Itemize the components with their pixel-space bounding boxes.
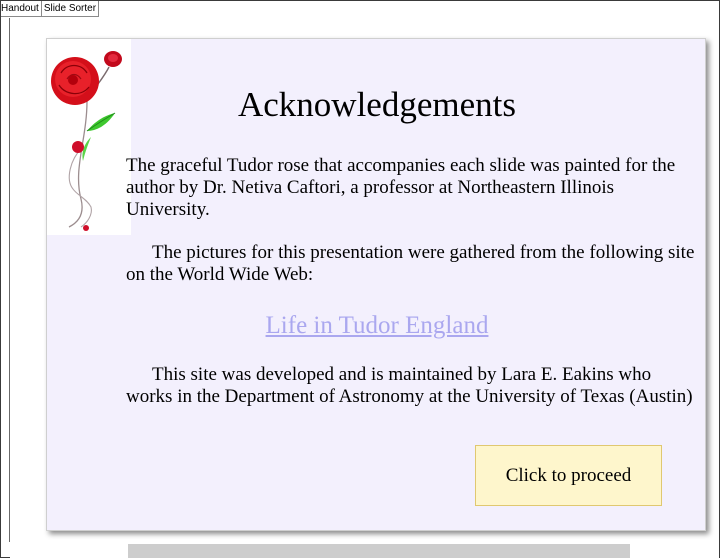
slide-canvas: Acknowledgements The graceful Tudor rose…: [10, 18, 719, 542]
paragraph-rose-credit: The graceful Tudor rose that accompanies…: [126, 155, 676, 220]
scrollbar-thumb[interactable]: [128, 544, 630, 558]
tudor-rose-image: [47, 39, 131, 235]
tab-slide-sorter[interactable]: Slide Sorter: [41, 1, 100, 17]
slide-title: Acknowledgements: [238, 85, 516, 124]
horizontal-scrollbar[interactable]: [10, 542, 719, 558]
paragraph-pictures-source-text: The pictures for this presentation were …: [126, 242, 695, 285]
proceed-button[interactable]: Click to proceed: [475, 445, 662, 506]
view-tabs: Handout Slide Sorter: [1, 1, 100, 17]
paragraph-site-author: This site was developed and is maintaine…: [126, 364, 696, 408]
tab-handout[interactable]: Handout: [1, 1, 42, 17]
paragraph-pictures-source: The pictures for this presentation were …: [126, 242, 696, 286]
link-life-in-tudor-england[interactable]: Life in Tudor England: [47, 312, 707, 340]
slide: Acknowledgements The graceful Tudor rose…: [46, 38, 706, 531]
presentation-window: Handout Slide Sorter Acknowledgements Th…: [0, 0, 720, 558]
paragraph-site-author-text: This site was developed and is maintaine…: [126, 364, 693, 407]
